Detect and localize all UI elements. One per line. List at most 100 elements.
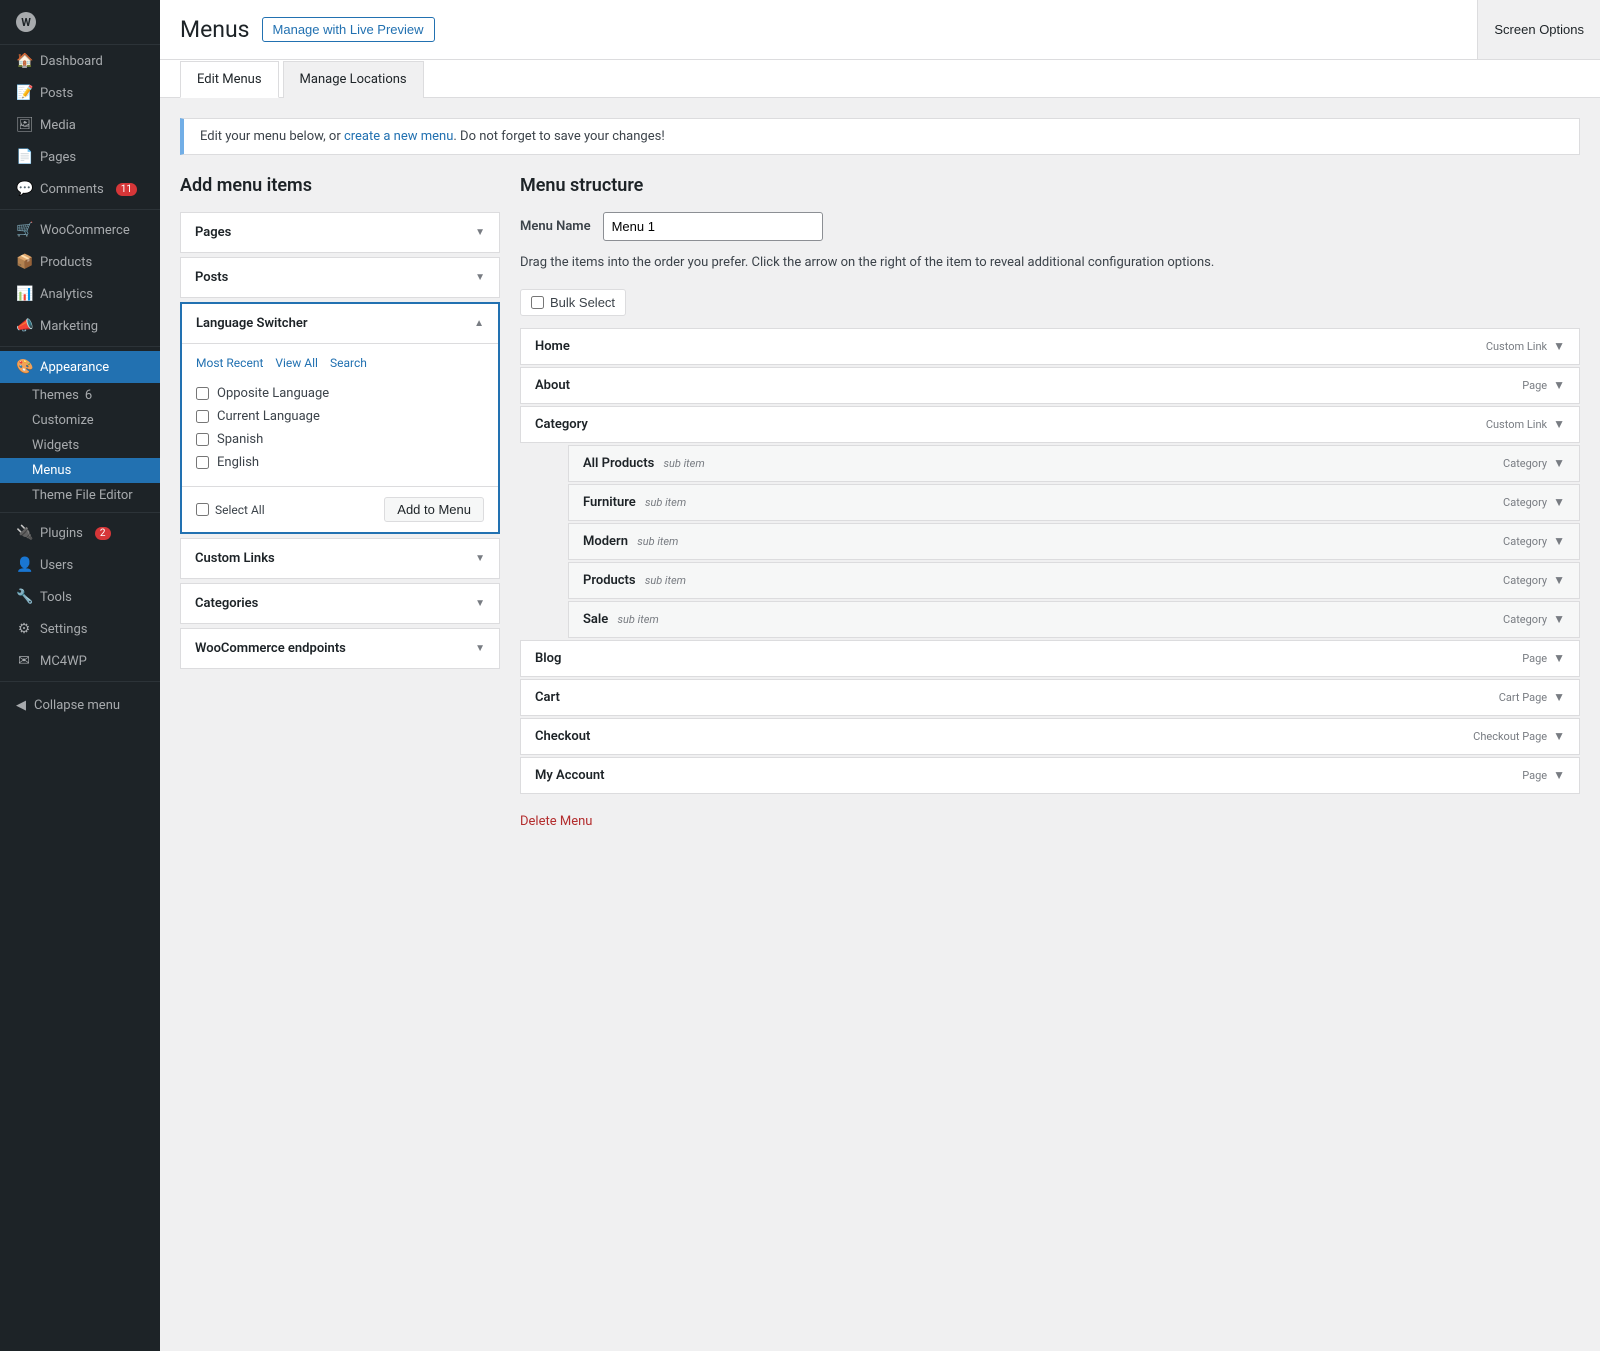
tab-view-all[interactable]: View All [275,356,318,370]
settings-icon: ⚙ [16,621,32,637]
menu-item-blog[interactable]: Blog Page ▼ [520,640,1580,677]
menu-item-all-products-arrow-icon[interactable]: ▼ [1553,456,1565,470]
menu-item-all-products-type: Category [1503,457,1547,470]
menu-item-products-subtag: sub item [645,574,686,587]
comments-badge: 11 [116,183,137,196]
menu-item-furniture-subtag: sub item [645,496,686,509]
sidebar-item-settings[interactable]: ⚙ Settings [0,613,160,645]
woocommerce-endpoints-panel-label: WooCommerce endpoints [195,641,346,656]
bulk-select-checkbox[interactable] [531,296,544,309]
menu-item-home[interactable]: Home Custom Link ▼ [520,328,1580,365]
menu-item-cart[interactable]: Cart Cart Page ▼ [520,679,1580,716]
content-area: Edit your menu below, or create a new me… [160,98,1600,849]
sidebar-sub-item-customize[interactable]: Customize [0,408,160,433]
add-items-column: Add menu items Pages ▼ Posts ▼ [180,175,500,673]
language-switcher-panel-label: Language Switcher [196,316,308,331]
menu-item-category[interactable]: Category Custom Link ▼ [520,406,1580,443]
collapse-menu-button[interactable]: ◀ Collapse menu [0,690,160,721]
menu-item-home-arrow-icon[interactable]: ▼ [1553,339,1565,353]
sidebar-item-comments[interactable]: 💬 Comments 11 [0,173,160,205]
menu-item-category-right: Custom Link ▼ [1486,417,1565,431]
menu-item-modern-left: Modern sub item [583,534,678,549]
menu-item-modern[interactable]: Modern sub item Category ▼ [568,523,1580,560]
bulk-select-button[interactable]: Bulk Select [520,289,626,316]
menu-item-my-account[interactable]: My Account Page ▼ [520,757,1580,794]
menu-item-blog-arrow-icon[interactable]: ▼ [1553,651,1565,665]
sidebar-item-woocommerce[interactable]: 🛒 WooCommerce [0,214,160,246]
menu-item-furniture-arrow-icon[interactable]: ▼ [1553,495,1565,509]
menu-item-products[interactable]: Products sub item Category ▼ [568,562,1580,599]
checkbox-current-language[interactable] [196,410,209,423]
accordion-header-categories[interactable]: Categories ▼ [181,584,499,623]
accordion-header-woocommerce-endpoints[interactable]: WooCommerce endpoints ▼ [181,629,499,668]
menu-item-modern-arrow-icon[interactable]: ▼ [1553,534,1565,548]
menu-item-cart-arrow-icon[interactable]: ▼ [1553,690,1565,704]
accordion-header-language-switcher[interactable]: Language Switcher ▲ [182,304,498,343]
sidebar-item-users[interactable]: 👤 Users [0,549,160,581]
appearance-icon: 🎨 [16,359,32,375]
sidebar-item-pages[interactable]: 📄 Pages [0,141,160,173]
tab-nav: Edit Menus Manage Locations [180,60,1580,97]
delete-menu-link[interactable]: Delete Menu [520,814,1580,829]
accordion-header-posts[interactable]: Posts ▼ [181,258,499,297]
menu-item-sale-arrow-icon[interactable]: ▼ [1553,612,1565,626]
sidebar-sub-item-theme-file-editor[interactable]: Theme File Editor [0,483,160,508]
menu-item-furniture[interactable]: Furniture sub item Category ▼ [568,484,1580,521]
checkbox-select-all[interactable] [196,503,209,516]
menu-item-sale-label: Sale [583,612,608,627]
checkbox-spanish[interactable] [196,433,209,446]
menu-item-sale-right: Category ▼ [1503,612,1565,626]
sidebar-sub-item-widgets[interactable]: Widgets [0,433,160,458]
posts-panel-arrow-icon: ▼ [475,272,485,283]
menu-item-about-arrow-icon[interactable]: ▼ [1553,378,1565,392]
language-switcher-body: Most Recent View All Search Opposite Lan… [182,343,498,486]
tab-most-recent[interactable]: Most Recent [196,356,263,370]
products-icon: 📦 [16,254,32,270]
menu-item-category-arrow-icon[interactable]: ▼ [1553,417,1565,431]
tab-edit-menus[interactable]: Edit Menus [180,61,279,98]
sidebar-item-products[interactable]: 📦 Products [0,246,160,278]
language-switcher-panel-arrow-icon: ▲ [474,318,484,329]
checkbox-opposite-language[interactable] [196,387,209,400]
checkbox-english[interactable] [196,456,209,469]
sidebar-sub-item-themes[interactable]: Themes 6 [0,383,160,408]
sidebar-sub-item-menus[interactable]: Menus [0,458,160,483]
accordion-panel-language-switcher: Language Switcher ▲ Most Recent View All… [180,302,500,534]
accordion-header-custom-links[interactable]: Custom Links ▼ [181,539,499,578]
screen-options-button[interactable]: Screen Options [1477,0,1600,59]
menu-item-products-type: Category [1503,574,1547,587]
sidebar-item-plugins[interactable]: 🔌 Plugins 2 [0,517,160,549]
menu-item-checkout-right: Checkout Page ▼ [1473,729,1565,743]
menu-item-about-label: About [535,378,570,393]
sidebar-item-posts[interactable]: 📝 Posts [0,77,160,109]
sidebar-item-mc4wp[interactable]: ✉ MC4WP [0,645,160,677]
menu-item-furniture-type: Category [1503,496,1547,509]
menu-item-sale-subtag: sub item [618,613,659,626]
sidebar-item-marketing[interactable]: 📣 Marketing [0,310,160,342]
sidebar-item-analytics[interactable]: 📊 Analytics [0,278,160,310]
menu-item-my-account-right: Page ▼ [1522,768,1565,782]
menu-item-about[interactable]: About Page ▼ [520,367,1580,404]
sidebar-item-media[interactable]: 🖼 Media [0,109,160,141]
sidebar-divider-1 [0,209,160,210]
tab-manage-locations[interactable]: Manage Locations [283,61,424,98]
checkbox-row-spanish: Spanish [196,428,484,451]
menu-name-input[interactable] [603,212,823,241]
pages-icon: 📄 [16,149,32,165]
menu-item-all-products[interactable]: All Products sub item Category ▼ [568,445,1580,482]
accordion-panel-categories: Categories ▼ [180,583,500,624]
add-to-menu-button[interactable]: Add to Menu [384,497,484,522]
create-new-menu-link[interactable]: create a new menu [344,129,453,144]
sidebar-item-tools[interactable]: 🔧 Tools [0,581,160,613]
sidebar-item-appearance[interactable]: 🎨 Appearance [0,351,160,383]
menu-item-my-account-arrow-icon[interactable]: ▼ [1553,768,1565,782]
menu-item-products-arrow-icon[interactable]: ▼ [1553,573,1565,587]
menu-item-checkout[interactable]: Checkout Checkout Page ▼ [520,718,1580,755]
menu-item-checkout-arrow-icon[interactable]: ▼ [1553,729,1565,743]
posts-panel-label: Posts [195,270,228,285]
menu-item-sale[interactable]: Sale sub item Category ▼ [568,601,1580,638]
accordion-header-pages[interactable]: Pages ▼ [181,213,499,252]
live-preview-button[interactable]: Manage with Live Preview [262,17,435,42]
sidebar-item-dashboard[interactable]: 🏠 Dashboard [0,45,160,77]
tab-search[interactable]: Search [330,356,367,370]
